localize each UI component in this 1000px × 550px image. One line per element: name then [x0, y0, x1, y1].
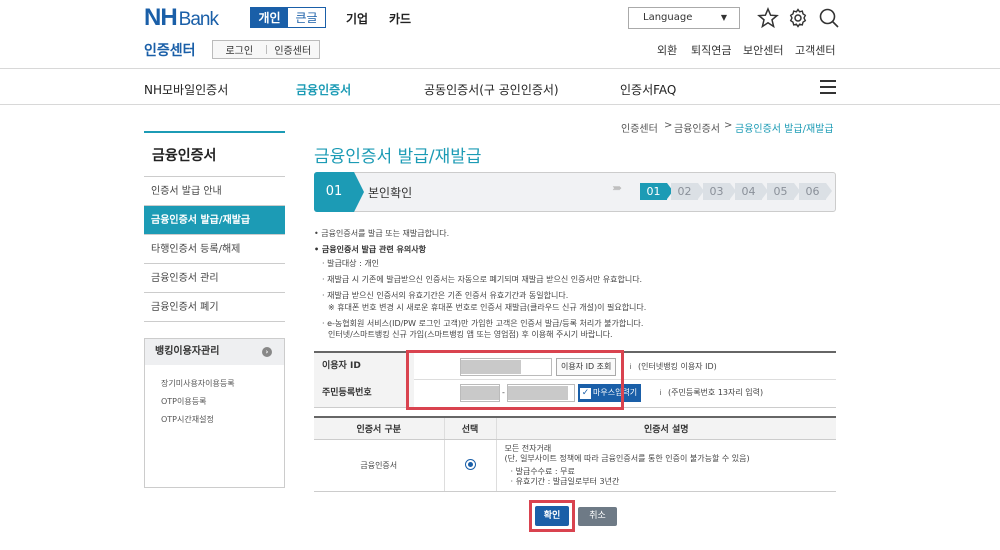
star-icon[interactable]	[756, 6, 780, 30]
nh-bank-logo[interactable]: NH Bank	[144, 4, 219, 32]
breadcrumb-item[interactable]: 인증센터	[621, 120, 658, 135]
step-chip-2: 02	[671, 183, 704, 200]
table-row: 금융인증서 모든 전자거래 (단, 일부사이트 정책에 따라 금융인증서를 통한…	[314, 439, 836, 492]
col-select: 선택	[444, 417, 497, 440]
rrn-info: i (주민등록번호 13자리 입력)	[656, 384, 764, 402]
cert-center-title[interactable]: 인증센터	[144, 40, 196, 60]
sidebar-item-revoke[interactable]: 금융인증서 폐기	[144, 293, 285, 322]
sidebar-item-issue[interactable]: 금융인증서 발급/재발급	[144, 206, 285, 235]
chevrons-icon: ›››››››	[612, 183, 622, 194]
util-customer-center[interactable]: 고객센터	[795, 42, 835, 58]
info-icon: i	[629, 363, 632, 371]
login-box: 로그인 인증센터	[212, 40, 320, 59]
sidebar-sub-dormant[interactable]: 장기미사용자이용등록	[145, 375, 284, 393]
cert-type-cell: 금융인증서	[314, 439, 445, 492]
mode-large-text-button[interactable]: 큰글	[288, 8, 325, 27]
info-icon: i	[659, 389, 662, 397]
gnb-divider	[0, 104, 1000, 105]
user-id-label: 이용자 ID	[314, 353, 414, 380]
desc-line: · 발급수수료 : 무료	[510, 466, 575, 476]
gear-icon[interactable]	[786, 6, 810, 30]
highlight-box-confirm	[529, 500, 575, 532]
mode-toggle: 개인 큰글	[250, 7, 326, 28]
desc-line: (단, 일부사이트 정책에 따라 금융인증서를 통한 인증이 불가능할 수 있음…	[504, 453, 750, 463]
step-chip-1: 01	[640, 183, 673, 200]
util-foreign-exchange[interactable]: 외환	[657, 42, 677, 58]
highlight-box-form	[406, 350, 624, 410]
banking-user-box: 뱅킹이용자관리 › 장기미사용자이용등록 OTP이용등록 OTP시간재설정	[144, 338, 285, 488]
menu-hamburger-icon[interactable]	[820, 80, 836, 98]
breadcrumb-separator: >	[724, 120, 733, 131]
cert-desc-cell: 모든 전자거래 (단, 일부사이트 정책에 따라 금융인증서를 통한 인증이 불…	[496, 439, 836, 492]
sidebar-title: 금융인증서	[144, 133, 285, 177]
topnav-card[interactable]: 카드	[389, 10, 411, 27]
caret-down-icon: ▼	[720, 13, 727, 22]
notice-line: · 재발급 시 기존에 발급받으신 인증서는 자동으로 폐기되며 재발급 받으신…	[322, 275, 643, 284]
breadcrumb-separator: >	[664, 120, 673, 131]
logo-bank: Bank	[178, 9, 219, 30]
gnb-item-financial-cert[interactable]: 금융인증서	[296, 81, 351, 98]
cert-type-table: 인증서 구분 선택 인증서 설명 금융인증서 모든 전자거래 (단, 일부사이트…	[314, 416, 836, 492]
util-pension[interactable]: 퇴직연금	[691, 42, 731, 58]
banking-user-title: 뱅킹이용자관리	[155, 346, 220, 357]
step-label: 본인확인	[368, 186, 413, 200]
notice-line: · e-농협회원 서비스(ID/PW 로그인 고객)만 가입한 고객은 인증서 …	[322, 319, 644, 328]
page-title: 금융인증서 발급/재발급	[314, 147, 482, 167]
desc-line: 모든 전자거래	[504, 443, 552, 453]
cert-center-link[interactable]: 인증센터	[267, 41, 320, 58]
cancel-button[interactable]: 취소	[578, 507, 617, 526]
sidebar-item-manage[interactable]: 금융인증서 관리	[144, 264, 285, 293]
col-cert-type: 인증서 구분	[314, 417, 445, 440]
step-chip-4: 04	[735, 183, 768, 200]
step-chip-5: 05	[767, 183, 800, 200]
sidebar-item-guide[interactable]: 인증서 발급 안내	[144, 177, 285, 206]
step-chip-6: 06	[799, 183, 832, 200]
gnb-item-mobile-cert[interactable]: NH모바일인증서	[144, 81, 228, 98]
sidebar-item-other-bank[interactable]: 타행인증서 등록/해제	[144, 235, 285, 264]
banking-user-header[interactable]: 뱅킹이용자관리 ›	[145, 339, 284, 365]
mode-personal-button[interactable]: 개인	[251, 8, 288, 27]
col-cert-desc: 인증서 설명	[496, 417, 836, 440]
step-number: 01	[314, 172, 364, 212]
cert-radio[interactable]	[464, 458, 476, 470]
notice-line: • 금융인증서를 발급 또는 재발급합니다.	[314, 229, 450, 238]
rrn-label: 주민등록번호	[314, 380, 414, 407]
gnb-item-faq[interactable]: 인증서FAQ	[620, 81, 676, 98]
language-value: Language	[643, 12, 693, 23]
language-select[interactable]: Language ▼	[628, 7, 740, 29]
search-icon[interactable]	[817, 6, 841, 30]
sidebar-sub-otp-register[interactable]: OTP이용등록	[145, 393, 284, 411]
chevron-right-icon[interactable]: ›	[262, 347, 272, 357]
notice-line: ※ 휴대폰 번호 변경 시 새로운 휴대폰 번호로 인증서 재발급(클라우드 신…	[328, 303, 647, 312]
gnb-item-joint-cert[interactable]: 공동인증서(구 공인인증서)	[424, 81, 559, 98]
sidebar-sub-otp-time[interactable]: OTP시간재설정	[145, 411, 284, 429]
topnav-business[interactable]: 기업	[346, 10, 368, 27]
select-cell	[444, 439, 497, 492]
notice-line: · 발급대상 : 개인	[322, 259, 380, 268]
breadcrumb-item[interactable]: 금융인증서	[674, 120, 720, 135]
notice-line: 인터넷/스마트뱅킹 신규 가입(스마트뱅킹 앱 또는 영업점) 후 이용해 주시…	[328, 330, 613, 339]
table-header-row: 인증서 구분 선택 인증서 설명	[314, 417, 836, 440]
login-link[interactable]: 로그인	[213, 41, 266, 58]
sidebar: 금융인증서 인증서 발급 안내 금융인증서 발급/재발급 타행인증서 등록/해제…	[144, 131, 285, 322]
desc-line: · 유효기간 : 발급일로부터 3년간	[510, 476, 620, 486]
step-chip-3: 03	[703, 183, 736, 200]
breadcrumb-current: 금융인증서 발급/재발급	[735, 124, 834, 135]
notice-line: · 재발급 받으신 인증서의 유효기간은 기존 인증서 유효기간과 동일합니다.	[322, 291, 569, 300]
user-id-info: i (인터넷뱅킹 이용자 ID)	[626, 358, 717, 376]
logo-nh: NH	[144, 4, 178, 31]
util-security-center[interactable]: 보안센터	[743, 42, 783, 58]
header-divider	[0, 68, 1000, 69]
notice-heading: • 금융인증서 발급 관련 유의사항	[314, 245, 426, 254]
